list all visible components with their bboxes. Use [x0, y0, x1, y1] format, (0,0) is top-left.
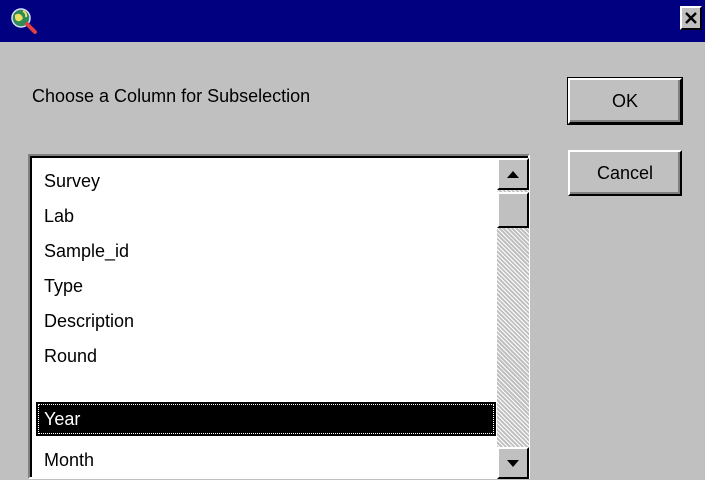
scroll-up-button[interactable] [497, 158, 529, 190]
list-items: Survey Lab Sample_id Type Description Ro… [32, 158, 497, 478]
scroll-down-button[interactable] [497, 447, 529, 479]
arrow-down-icon [507, 459, 519, 467]
ok-button[interactable]: OK [567, 77, 683, 125]
close-button[interactable] [680, 6, 702, 30]
arrow-up-icon [507, 170, 519, 178]
globe-magnifier-icon [11, 8, 37, 34]
list-item-lab[interactable]: Lab [36, 199, 496, 233]
cancel-button[interactable]: Cancel [568, 150, 682, 196]
title-bar[interactable] [0, 0, 705, 42]
list-item-description[interactable]: Description [36, 304, 496, 338]
listbox-frame: Survey Lab Sample_id Type Description Ro… [30, 156, 529, 479]
scroll-thumb[interactable] [497, 192, 529, 228]
vertical-scrollbar[interactable] [497, 158, 529, 479]
column-listbox[interactable]: Survey Lab Sample_id Type Description Ro… [28, 154, 530, 479]
list-item-type[interactable]: Type [36, 269, 496, 303]
dialog-window: Choose a Column for Subselection OK Canc… [0, 0, 705, 480]
list-item-round[interactable]: Round [36, 339, 496, 373]
list-item-survey[interactable]: Survey [36, 164, 496, 198]
list-item-month[interactable]: Month [36, 443, 496, 477]
close-icon [685, 12, 697, 24]
prompt-label: Choose a Column for Subselection [32, 86, 311, 106]
list-item-sample-id[interactable]: Sample_id [36, 234, 496, 268]
list-item-year[interactable]: Year [36, 402, 496, 436]
